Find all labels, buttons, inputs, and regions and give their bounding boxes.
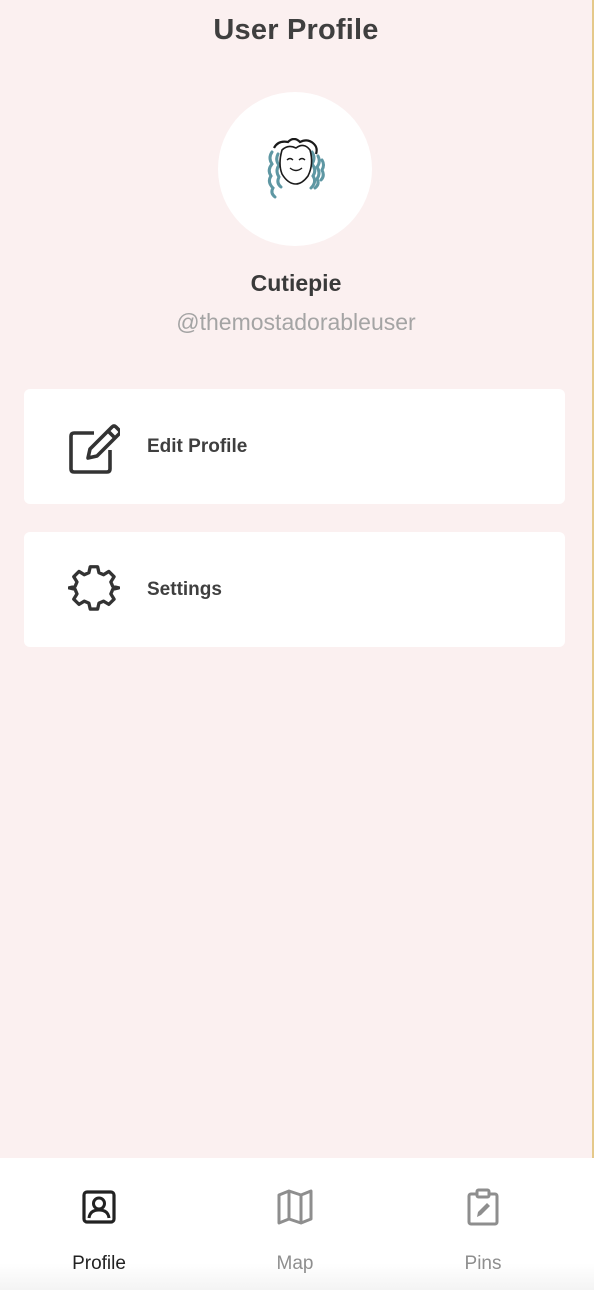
edit-profile-button[interactable]: Edit Profile: [24, 389, 565, 504]
page-title: User Profile: [213, 14, 379, 46]
tab-pins-label: Pins: [464, 1253, 502, 1274]
map-icon: [277, 1189, 313, 1225]
edit-icon: [69, 424, 120, 474]
bottom-tab-bar: Profile Map Pins: [0, 1158, 594, 1290]
tab-profile[interactable]: Profile: [0, 1158, 198, 1290]
tab-map[interactable]: Map: [196, 1158, 394, 1290]
profile-icon: [82, 1190, 116, 1224]
display-name: Cutiepie: [250, 270, 342, 296]
gear-icon: [68, 565, 120, 611]
settings-label: Settings: [147, 578, 222, 600]
username: @themostadorableuser: [176, 309, 416, 335]
tab-map-label: Map: [276, 1253, 314, 1274]
edit-profile-label: Edit Profile: [147, 435, 248, 457]
avatar[interactable]: [218, 92, 372, 246]
doodle-avatar-icon: [267, 138, 325, 199]
tab-profile-label: Profile: [72, 1253, 126, 1274]
profile-screen: User Profile Cutiepie @themostadorableus…: [0, 0, 594, 1158]
settings-button[interactable]: Settings: [24, 532, 565, 647]
clipboard-edit-icon: [467, 1188, 499, 1226]
tab-pins[interactable]: Pins: [384, 1158, 582, 1290]
